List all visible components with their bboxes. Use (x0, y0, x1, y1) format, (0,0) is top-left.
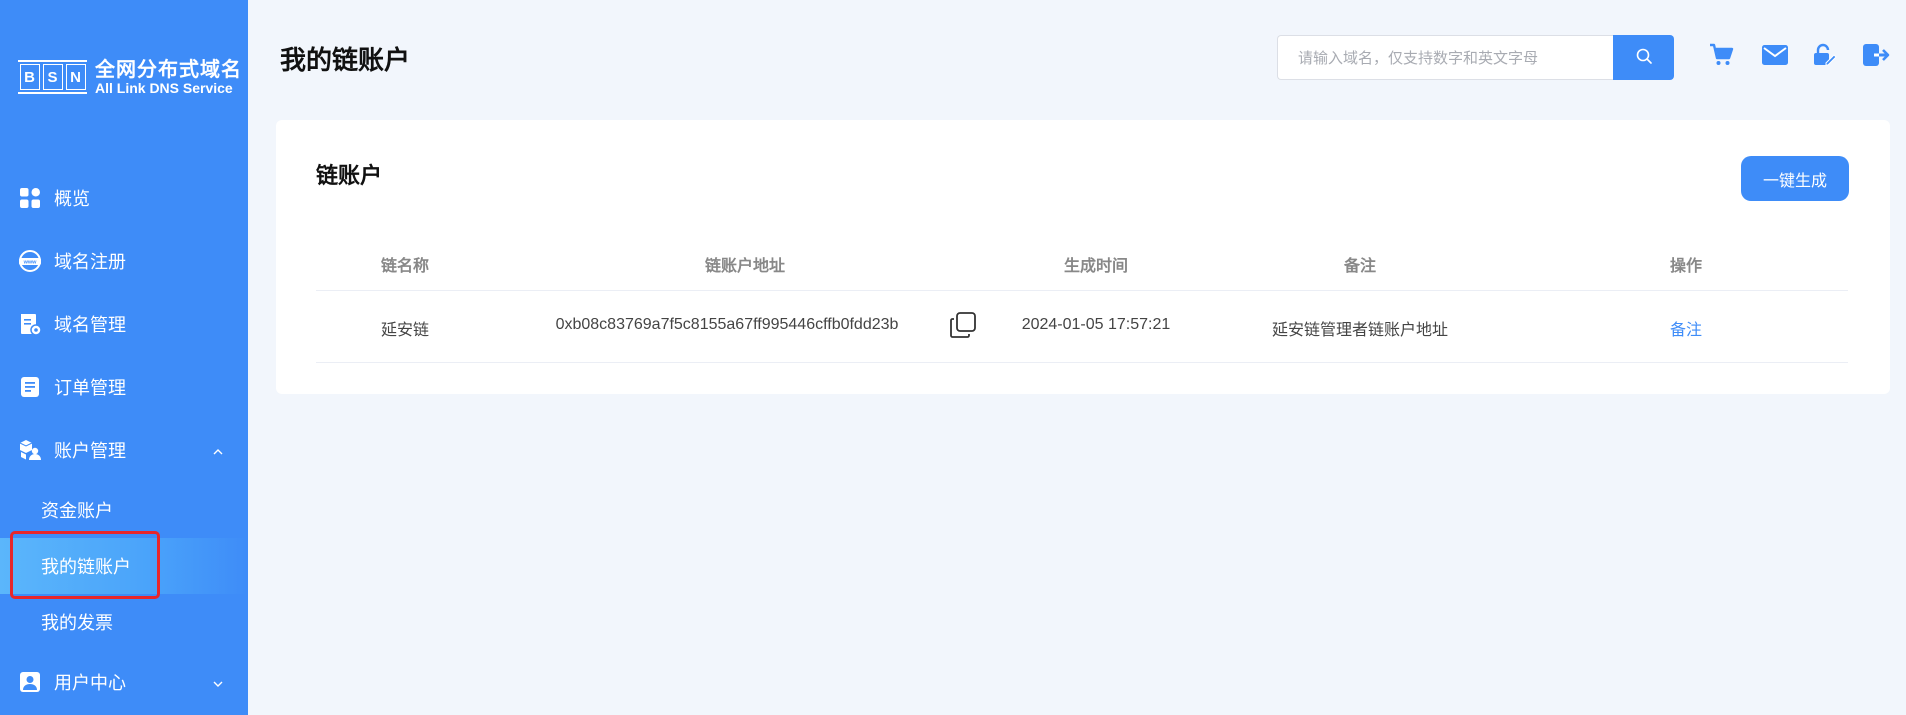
search-bar (1277, 35, 1674, 80)
chain-account-card: 链账户 一键生成 链名称 链账户地址 生成时间 备注 操作 延安链 0xb08c… (276, 120, 1890, 394)
column-header: 链账户地址 (704, 256, 786, 275)
order-list-icon (18, 375, 42, 399)
search-button[interactable] (1613, 35, 1674, 80)
sidebar-item-overview[interactable]: 概览 (0, 173, 248, 223)
grid-icon (18, 186, 42, 210)
sidebar-item-domain-manage[interactable]: 域名管理 (0, 299, 248, 349)
sidebar-subitem-label: 资金账户 (41, 501, 113, 522)
bsn-logo-mark: B S N (18, 60, 87, 94)
column-header: 链名称 (380, 256, 430, 275)
user-profile-icon (18, 670, 42, 694)
account-cubes-icon (18, 438, 42, 462)
column-header: 备注 (1343, 256, 1377, 275)
highlight-annotation-box (10, 531, 160, 599)
document-settings-icon (18, 312, 42, 336)
logo-title-cn: 全网分布式域名 (95, 57, 242, 81)
chevron-down-icon (212, 674, 224, 695)
remark-action-link[interactable]: 备注 (1670, 316, 1702, 340)
cell-remark: 延安链管理者链账户地址 (1271, 320, 1449, 339)
logo-letter: B (19, 64, 40, 90)
svg-text:www: www (23, 260, 38, 266)
generate-button[interactable]: 一键生成 (1741, 156, 1849, 201)
mail-icon[interactable] (1760, 40, 1790, 70)
sidebar-subitem-my-invoice[interactable]: 我的发票 (0, 594, 248, 650)
card-title: 链账户 (316, 164, 383, 189)
sidebar-item-label: 用户中心 (54, 673, 126, 694)
column-header: 操作 (1669, 256, 1703, 275)
lock-edit-icon[interactable] (1809, 40, 1839, 70)
cell-chain-name: 延安链 (380, 320, 430, 339)
sidebar-item-user-center[interactable]: 用户中心 (0, 657, 248, 707)
cell-address: 0xb08c83769a7f5c8155a67ff995446cffb0fdd2… (555, 316, 899, 333)
table-divider (316, 290, 1848, 291)
www-globe-icon: www (18, 249, 42, 273)
page-title: 我的链账户 (280, 46, 411, 76)
sidebar-item-label: 域名注册 (54, 252, 126, 273)
cell-created-at: 2024-01-05 17:57:21 (1021, 316, 1171, 333)
copy-icon[interactable] (948, 310, 978, 340)
search-icon (1635, 47, 1653, 68)
sidebar-item-domain-register[interactable]: www 域名注册 (0, 236, 248, 286)
column-header: 生成时间 (1063, 256, 1129, 275)
sidebar: B S N 全网分布式域名 All Link DNS Service 概览 ww… (0, 0, 248, 715)
sidebar-item-label: 账户管理 (54, 441, 126, 462)
logo-letter: S (42, 64, 63, 90)
chevron-up-icon (212, 442, 224, 463)
sidebar-subitem-label: 我的发票 (41, 613, 113, 634)
sidebar-item-order-manage[interactable]: 订单管理 (0, 362, 248, 412)
search-input[interactable] (1277, 35, 1613, 80)
logo: B S N 全网分布式域名 All Link DNS Service (18, 58, 242, 96)
sidebar-item-account-manage[interactable]: 账户管理 (0, 425, 248, 475)
sidebar-item-label: 域名管理 (54, 315, 126, 336)
logo-title-en: All Link DNS Service (95, 80, 233, 96)
logo-letter: N (65, 64, 86, 90)
table-divider (316, 362, 1848, 363)
sidebar-subitem-fund-account[interactable]: 资金账户 (0, 482, 248, 538)
sidebar-item-label: 概览 (54, 189, 90, 210)
logout-icon[interactable] (1861, 40, 1891, 70)
cart-icon[interactable] (1706, 40, 1736, 70)
sidebar-item-label: 订单管理 (54, 378, 126, 399)
